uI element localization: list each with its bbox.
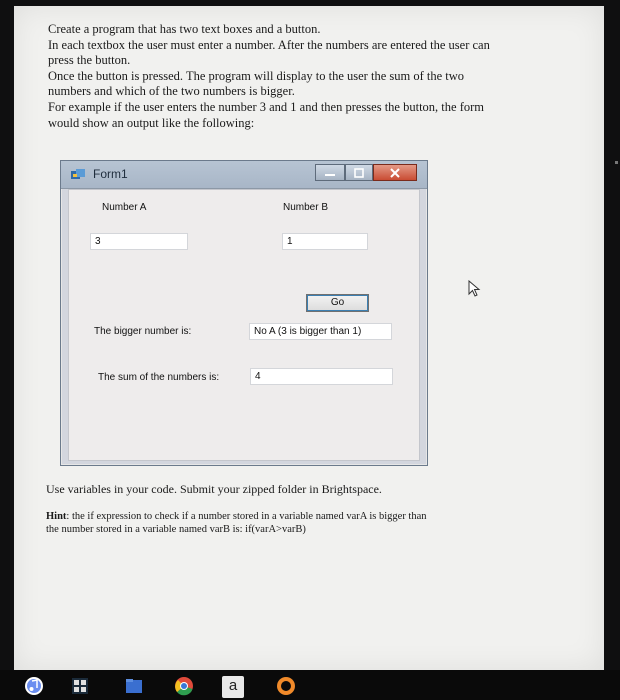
- number-b-label: Number B: [283, 202, 329, 213]
- instructions-text: Create a program that has two text boxes…: [48, 22, 490, 131]
- minimize-icon: [316, 165, 344, 180]
- bigger-number-output: No A (3 is bigger than 1): [249, 323, 392, 340]
- form-app-icon: [71, 169, 85, 179]
- mouse-cursor-icon: [468, 280, 481, 297]
- sum-label: The sum of the numbers is:: [98, 372, 220, 383]
- instruction-line: Once the button is pressed. The program …: [48, 68, 465, 83]
- submission-note: Use variables in your code. Submit your …: [46, 482, 382, 496]
- maximize-icon: [346, 165, 372, 180]
- close-button[interactable]: [373, 164, 417, 181]
- instruction-line: numbers and which of the two numbers is …: [48, 84, 295, 99]
- close-icon: [374, 165, 416, 180]
- number-a-label: Number A: [102, 202, 147, 213]
- bigger-number-label: The bigger number is:: [94, 326, 192, 337]
- window-title: Form1: [93, 167, 128, 181]
- text-app-icon[interactable]: a: [222, 676, 244, 698]
- chrome-icon[interactable]: [174, 676, 194, 696]
- number-b-input[interactable]: 1: [282, 233, 368, 250]
- hint-line-2: the number stored in a variable named va…: [46, 524, 306, 535]
- hint-line-1: Hint: the if expression to check if a nu…: [46, 510, 427, 523]
- number-a-input[interactable]: 3: [90, 233, 188, 250]
- minimize-button[interactable]: [315, 164, 345, 181]
- calculator-icon[interactable]: [70, 676, 90, 696]
- stray-mark: [615, 161, 618, 164]
- hint-text: : the if expression to check if a number…: [66, 511, 427, 522]
- title-bar[interactable]: Form1: [61, 161, 427, 189]
- maximize-button[interactable]: [345, 164, 373, 181]
- go-button[interactable]: Go: [306, 294, 369, 312]
- instruction-line: In each textbox the user must enter a nu…: [48, 37, 490, 52]
- taskbar: [0, 670, 620, 700]
- instruction-line: press the button.: [48, 53, 131, 68]
- instruction-line: would show an output like the following:: [48, 115, 255, 130]
- itunes-icon[interactable]: [24, 676, 44, 696]
- folder-icon[interactable]: [124, 676, 144, 696]
- hint-block: Hint: the if expression to check if a nu…: [46, 510, 427, 536]
- hint-label: Hint: [46, 511, 67, 522]
- instruction-line: For example if the user enters the numbe…: [48, 99, 484, 114]
- form-window: Form1 Number A Number B 3 1 Go The bigge…: [60, 160, 428, 466]
- form-client-area: Number A Number B 3 1 Go The bigger numb…: [68, 189, 420, 461]
- browser-icon[interactable]: [276, 676, 296, 696]
- sum-output: 4: [250, 368, 393, 385]
- instruction-line: Create a program that has two text boxes…: [48, 22, 321, 36]
